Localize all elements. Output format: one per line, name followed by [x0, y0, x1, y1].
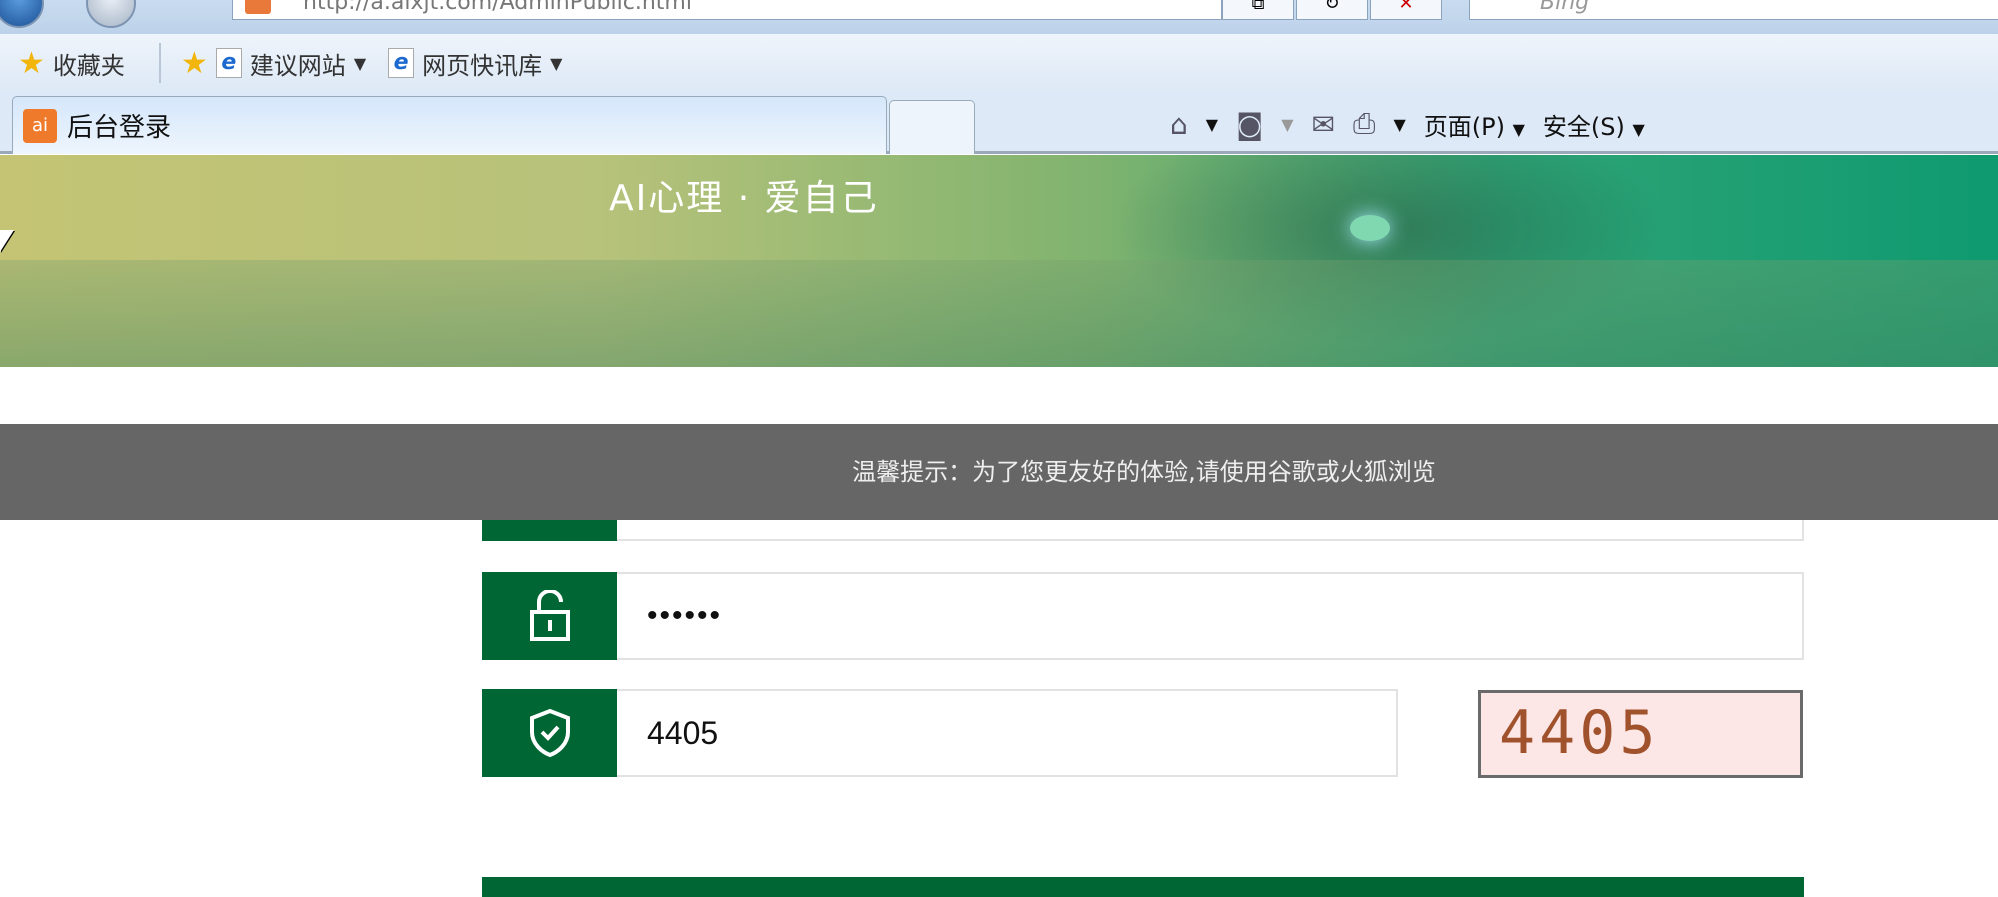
tab-active[interactable]: ai 后台登录 [12, 96, 887, 154]
password-row: •••••• [482, 572, 1804, 660]
compat-view-icon[interactable]: ⧉ [1222, 0, 1294, 20]
star-icon: ★ [18, 45, 45, 81]
mouse-cursor-icon [0, 230, 14, 252]
ie-icon: e [388, 48, 415, 78]
captcha-input[interactable]: 4405 [617, 689, 1398, 777]
chevron-down-icon: ▼ [353, 53, 367, 73]
rss-icon[interactable]: ◙ [1236, 108, 1263, 141]
heart-hands-image [1120, 155, 1720, 367]
web-slice-gallery-label: 网页快讯库 [422, 51, 543, 80]
divider [158, 43, 161, 83]
suggested-sites[interactable]: e 建议网站 ▼ [215, 46, 367, 81]
favorites-label: 收藏夹 [52, 51, 125, 80]
refresh-icon[interactable]: ↻ [1296, 0, 1368, 20]
ie-icon: e [215, 48, 242, 78]
home-icon[interactable]: ⌂ [1170, 108, 1188, 141]
print-icon[interactable]: ⎙ [1353, 107, 1375, 141]
captcha-image[interactable]: 4405 [1478, 690, 1803, 778]
chevron-down-icon[interactable]: ▼ [1206, 115, 1218, 134]
header-banner: AI心理 · 爱自己 [0, 155, 1998, 367]
favorites-bar: ★ 收藏夹 ★ e 建议网站 ▼ e 网页快讯库 ▼ [0, 34, 1998, 92]
chevron-down-icon[interactable]: ▼ [1281, 115, 1293, 134]
chevron-down-icon: ▼ [550, 53, 563, 73]
new-tab-button[interactable] [889, 100, 975, 154]
shield-check-icon [482, 689, 617, 777]
site-favicon [245, 0, 271, 14]
site-favicon: ai [23, 108, 57, 143]
safety-menu[interactable]: 安全(S) ▼ [1543, 107, 1645, 142]
search-box[interactable]: Bing [1469, 0, 1998, 20]
search-engine-label: Bing [1540, 0, 1590, 15]
suggested-sites-label: 建议网站 [249, 51, 346, 80]
tab-title: 后台登录 [67, 113, 172, 143]
add-favorite-icon[interactable]: ★ [181, 46, 208, 81]
browser-notice: 温馨提示：为了您更友好的体验,请使用谷歌或火狐浏览 [0, 424, 1998, 520]
login-button[interactable] [482, 877, 1804, 897]
web-slice-gallery[interactable]: e 网页快讯库 ▼ [388, 46, 562, 81]
command-bar: ⌂ ▼ ◙ ▼ ✉ ⎙ ▼ 页面(P) ▼ 安全(S) ▼ [1170, 96, 1645, 152]
chevron-down-icon[interactable]: ▼ [1393, 115, 1405, 134]
captcha-row: 4405 [482, 689, 1398, 777]
mail-icon[interactable]: ✉ [1312, 108, 1335, 141]
stop-icon[interactable]: ✕ [1370, 0, 1442, 20]
lock-icon [482, 572, 617, 660]
favorites-button[interactable]: ★ 收藏夹 [18, 46, 125, 81]
address-text: http://a.aixjt.com/AdminPublic.html [303, 0, 692, 15]
page-menu[interactable]: 页面(P) ▼ [1424, 107, 1525, 142]
sun-glow [1350, 215, 1390, 241]
address-bar[interactable]: http://a.aixjt.com/AdminPublic.html [232, 0, 1222, 20]
password-input[interactable]: •••••• [617, 572, 1804, 660]
banner-slogan: AI心理 · 爱自己 [609, 178, 879, 219]
